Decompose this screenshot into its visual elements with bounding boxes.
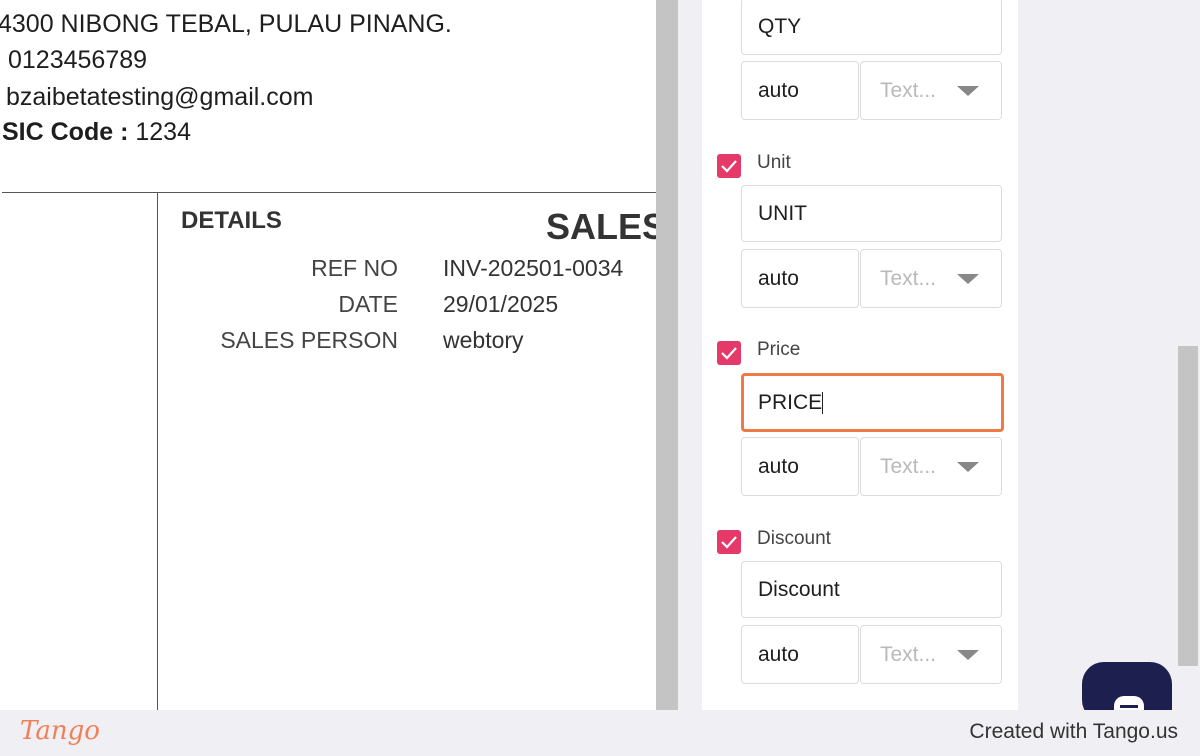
- tango-footer: Tango Created with Tango.us: [0, 710, 1200, 756]
- chevron-down-icon: [957, 86, 979, 96]
- discount-width-input[interactable]: auto: [741, 625, 859, 684]
- discount-format-select[interactable]: Text...: [860, 625, 1002, 684]
- unit-format-select[interactable]: Text...: [860, 249, 1002, 308]
- sic-label: SIC Code :: [2, 118, 129, 146]
- chevron-down-icon: [957, 650, 979, 660]
- sales-person-value: webtory: [443, 327, 524, 353]
- price-checkbox[interactable]: [717, 341, 741, 365]
- price-width-input[interactable]: auto: [741, 437, 859, 496]
- chevron-down-icon: [957, 274, 979, 284]
- price-label-input[interactable]: PRICE: [741, 373, 1004, 432]
- price-label-value: PRICE: [758, 391, 823, 414]
- panel-scrollbar[interactable]: [1178, 346, 1198, 666]
- checkmark-icon: [721, 347, 737, 360]
- company-phone: 0123456789: [8, 46, 148, 74]
- unit-checkbox-label: Unit: [757, 152, 791, 173]
- qty-format-placeholder: Text...: [880, 79, 937, 102]
- checkmark-icon: [721, 160, 737, 173]
- document-title: SALES: [546, 206, 656, 247]
- invoice-preview: 4300 NIBONG TEBAL, PULAU PINANG. 0123456…: [0, 0, 656, 710]
- qty-width-input[interactable]: auto: [741, 61, 859, 120]
- preview-scrollbar[interactable]: [656, 0, 678, 710]
- details-heading: DETAILS: [181, 207, 282, 234]
- qty-format-select[interactable]: Text...: [860, 61, 1002, 120]
- text-cursor: [822, 392, 824, 415]
- unit-label-input[interactable]: UNIT: [741, 185, 1002, 242]
- company-email: bzaibetatesting@gmail.com: [6, 83, 314, 111]
- sic-value: 1234: [135, 118, 191, 146]
- ref-no-value: INV-202501-0034: [443, 255, 624, 281]
- table-divider: [157, 192, 158, 710]
- chevron-down-icon: [957, 462, 979, 472]
- sales-person-label: SALES PERSON: [220, 327, 398, 353]
- unit-format-placeholder: Text...: [880, 267, 937, 290]
- ref-no-label: REF NO: [311, 255, 398, 281]
- company-sic: SIC Code : 1234: [2, 118, 191, 147]
- panel-gutter: [678, 0, 702, 710]
- discount-format-placeholder: Text...: [880, 643, 937, 666]
- unit-checkbox[interactable]: [717, 154, 741, 178]
- created-with-credit: Created with Tango.us: [969, 720, 1178, 743]
- qty-label-input[interactable]: QTY: [741, 0, 1002, 55]
- checkmark-icon: [721, 536, 737, 549]
- company-address: 4300 NIBONG TEBAL, PULAU PINANG.: [0, 10, 452, 38]
- price-format-select[interactable]: Text...: [860, 437, 1002, 496]
- tango-logo: Tango: [20, 716, 100, 746]
- date-label: DATE: [338, 291, 398, 317]
- price-format-placeholder: Text...: [880, 455, 937, 478]
- discount-checkbox[interactable]: [717, 530, 741, 554]
- discount-label-input[interactable]: Discount: [741, 561, 1002, 618]
- date-value: 29/01/2025: [443, 291, 559, 317]
- unit-width-input[interactable]: auto: [741, 249, 859, 308]
- panel-background: [1018, 0, 1178, 710]
- price-checkbox-label: Price: [757, 339, 801, 360]
- table-border-top: [2, 192, 656, 193]
- discount-checkbox-label: Discount: [757, 528, 831, 549]
